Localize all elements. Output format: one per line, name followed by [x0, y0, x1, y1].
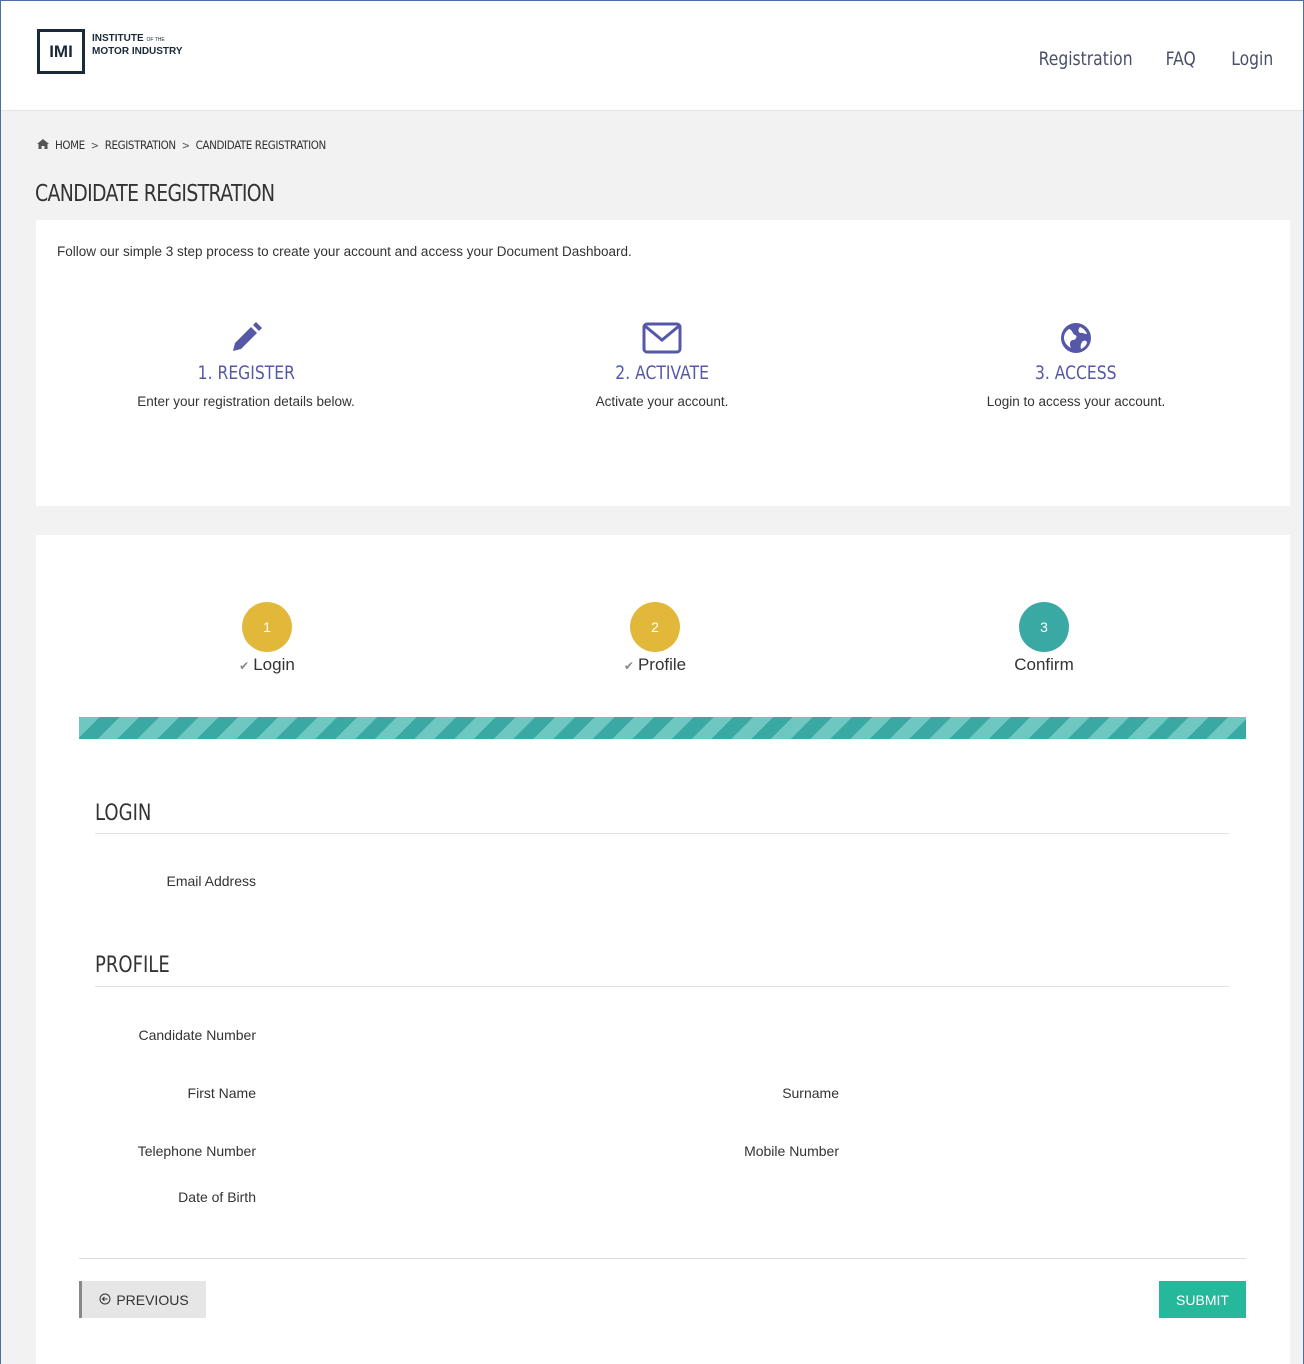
- process-step-register: 1. REGISTER Enter your registration deta…: [36, 320, 456, 409]
- form-footer-divider: [79, 1258, 1246, 1259]
- nav-registration[interactable]: Registration: [1039, 48, 1133, 70]
- intro-card: Follow our simple 3 step process to crea…: [36, 220, 1290, 506]
- first-name-label: First Name: [187, 1085, 256, 1101]
- wizard-step-label: Login: [253, 655, 295, 674]
- breadcrumb-separator: >: [90, 138, 99, 152]
- previous-button[interactable]: PREVIOUS: [79, 1281, 206, 1318]
- registration-form: 1 ✔ Login 2 ✔ Profile 3 Confirm LOGIN Emai…: [36, 535, 1290, 1364]
- candidate-number-label: Candidate Number: [138, 1027, 256, 1043]
- page-title: CANDIDATE REGISTRATION: [35, 181, 275, 207]
- step-number-circle: 3: [1019, 602, 1069, 652]
- breadcrumb-current: CANDIDATE REGISTRATION: [195, 138, 327, 152]
- main-nav: Registration FAQ Login: [1018, 48, 1273, 70]
- process-step-desc: Login to access your account.: [986, 394, 1166, 409]
- wizard-step-confirm[interactable]: 3 Confirm: [944, 602, 1144, 675]
- process-step-access: 3. ACCESS Login to access your account.: [866, 320, 1286, 409]
- mobile-number-label: Mobile Number: [744, 1143, 839, 1159]
- submit-button[interactable]: SUBMIT: [1159, 1281, 1246, 1318]
- site-header: IMI INSTITUTE OF THE MOTOR INDUSTRY Regi…: [1, 1, 1303, 111]
- home-icon: [37, 138, 49, 152]
- step-number-circle: 1: [242, 602, 292, 652]
- process-step-desc: Activate your account.: [595, 394, 729, 409]
- checkmark-icon: ✔: [623, 659, 634, 673]
- process-step-title: 2. ACTIVATE: [615, 362, 709, 384]
- nav-login[interactable]: Login: [1231, 48, 1273, 70]
- logo-mark: IMI: [37, 29, 85, 74]
- envelope-icon: [452, 320, 872, 356]
- checkmark-icon: ✔: [239, 659, 250, 673]
- breadcrumb-home[interactable]: HOME: [55, 138, 85, 152]
- telephone-number-label: Telephone Number: [137, 1143, 256, 1159]
- profile-section-title: PROFILE: [95, 953, 170, 978]
- wizard-step-label: Profile: [637, 655, 687, 674]
- intro-text: Follow our simple 3 step process to crea…: [57, 244, 632, 259]
- logo-text: INSTITUTE OF THE MOTOR INDUSTRY: [92, 32, 183, 57]
- wizard-step-login[interactable]: 1 ✔ Login: [167, 602, 367, 675]
- nav-faq[interactable]: FAQ: [1166, 48, 1196, 70]
- globe-icon: [866, 320, 1286, 356]
- breadcrumb-registration[interactable]: REGISTRATION: [105, 138, 176, 152]
- section-divider: [95, 833, 1229, 834]
- process-step-desc: Enter your registration details below.: [137, 394, 355, 409]
- surname-label: Surname: [782, 1085, 839, 1101]
- breadcrumb-separator: >: [181, 138, 190, 152]
- email-address-label: Email Address: [166, 873, 256, 889]
- process-step-title: 1. REGISTER: [197, 362, 295, 384]
- step-number-circle: 2: [630, 602, 680, 652]
- wizard-progress-bar: [79, 717, 1246, 739]
- wizard-step-label: Confirm: [1014, 655, 1074, 674]
- circle-arrow-left-icon: [99, 1292, 111, 1308]
- process-step-title: 3. ACCESS: [1035, 362, 1117, 384]
- date-of-birth-label: Date of Birth: [178, 1189, 256, 1205]
- wizard-step-profile[interactable]: 2 ✔ Profile: [555, 602, 755, 675]
- breadcrumb: HOME > REGISTRATION > CANDIDATE REGISTRA…: [37, 138, 326, 152]
- section-divider: [95, 986, 1229, 987]
- previous-label: PREVIOUS: [116, 1291, 189, 1308]
- process-step-activate: 2. ACTIVATE Activate your account.: [452, 320, 872, 409]
- login-section-title: LOGIN: [95, 801, 152, 826]
- pencil-icon: [36, 320, 456, 356]
- imi-logo[interactable]: IMI INSTITUTE OF THE MOTOR INDUSTRY: [37, 29, 183, 74]
